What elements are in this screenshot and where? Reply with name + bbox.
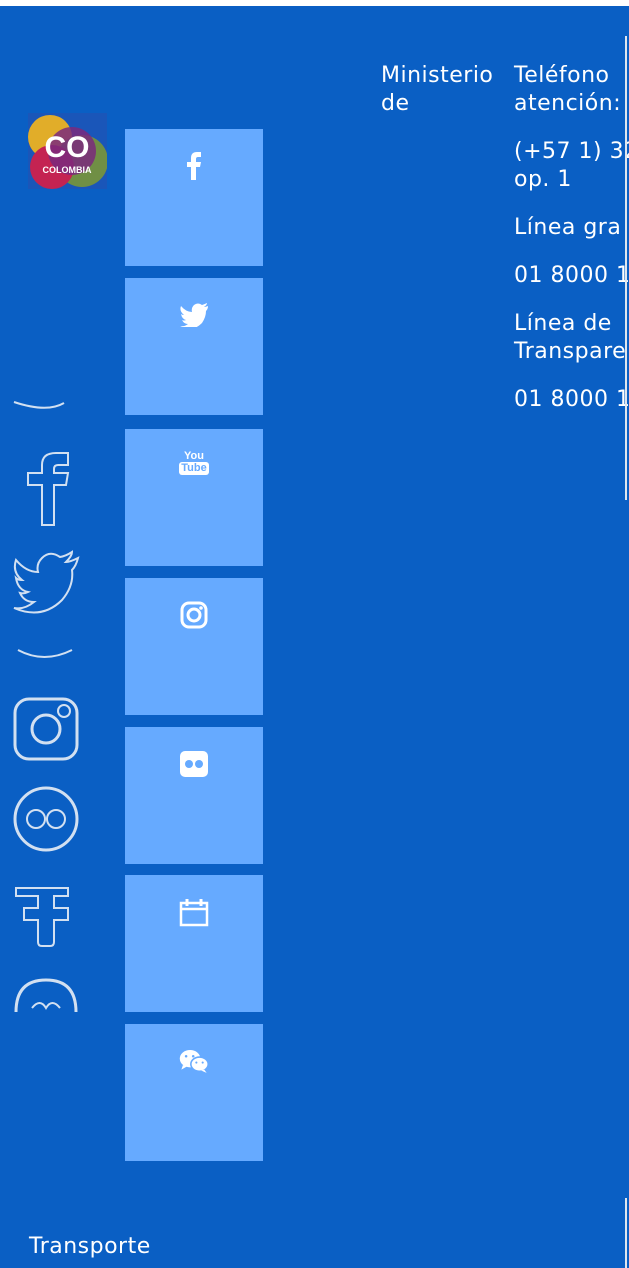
flickr-icon bbox=[179, 749, 209, 779]
youtube-button[interactable]: You Tube bbox=[125, 429, 263, 566]
facebook-icon bbox=[179, 151, 209, 181]
ghost-tumblr-icon bbox=[15, 887, 69, 947]
free-line-value[interactable]: 01 8000 1 bbox=[514, 262, 629, 290]
twitter-button[interactable] bbox=[125, 278, 263, 415]
facebook-button[interactable] bbox=[125, 129, 263, 266]
phone-title: Teléfono atención: bbox=[514, 63, 622, 116]
ministry-name: Ministerio de bbox=[381, 63, 494, 116]
ghost-dome-icon bbox=[14, 978, 78, 1013]
free-line-title: Línea gra bbox=[514, 215, 622, 240]
ghost-arc-icon bbox=[13, 401, 65, 409]
ghost-twitter-icon bbox=[13, 550, 80, 614]
wechat-icon bbox=[179, 1046, 209, 1076]
calendar-button[interactable] bbox=[125, 875, 263, 1012]
right-edge-rule-bottom bbox=[625, 1198, 627, 1268]
footer-section-label: Transporte bbox=[29, 1234, 151, 1259]
twitter-icon bbox=[179, 300, 209, 330]
right-edge-rule bbox=[625, 36, 627, 500]
phone-value[interactable]: (+57 1) 32 op. 1 bbox=[514, 138, 629, 194]
logo-word: COLOMBIA bbox=[43, 165, 92, 175]
youtube-text-bottom: Tube bbox=[179, 461, 209, 475]
youtube-icon: You Tube bbox=[179, 447, 209, 477]
flickr-button[interactable] bbox=[125, 727, 263, 864]
youtube-text-top: You bbox=[184, 449, 204, 462]
transparency-line-value[interactable]: 01 8000 1 bbox=[514, 386, 629, 414]
ghost-arc-icon-2 bbox=[17, 649, 73, 658]
ghost-facebook-icon bbox=[27, 452, 70, 526]
transparency-line-title: Línea de Transpare bbox=[514, 311, 627, 364]
contact-info: Teléfono atención: (+57 1) 32 op. 1 Líne… bbox=[514, 62, 629, 434]
co-colombia-logo[interactable]: CO COLOMBIA bbox=[28, 113, 108, 189]
logo-mark: CO bbox=[45, 131, 90, 164]
instagram-icon bbox=[179, 600, 209, 630]
site-footer: CO COLOMBIA You Tube Ministerio de Teléf… bbox=[0, 6, 629, 1268]
instagram-button[interactable] bbox=[125, 578, 263, 715]
wechat-button[interactable] bbox=[125, 1024, 263, 1161]
calendar-icon bbox=[179, 897, 209, 927]
ghost-instagram-icon bbox=[13, 697, 79, 761]
ghost-flickr-icon bbox=[13, 786, 79, 852]
